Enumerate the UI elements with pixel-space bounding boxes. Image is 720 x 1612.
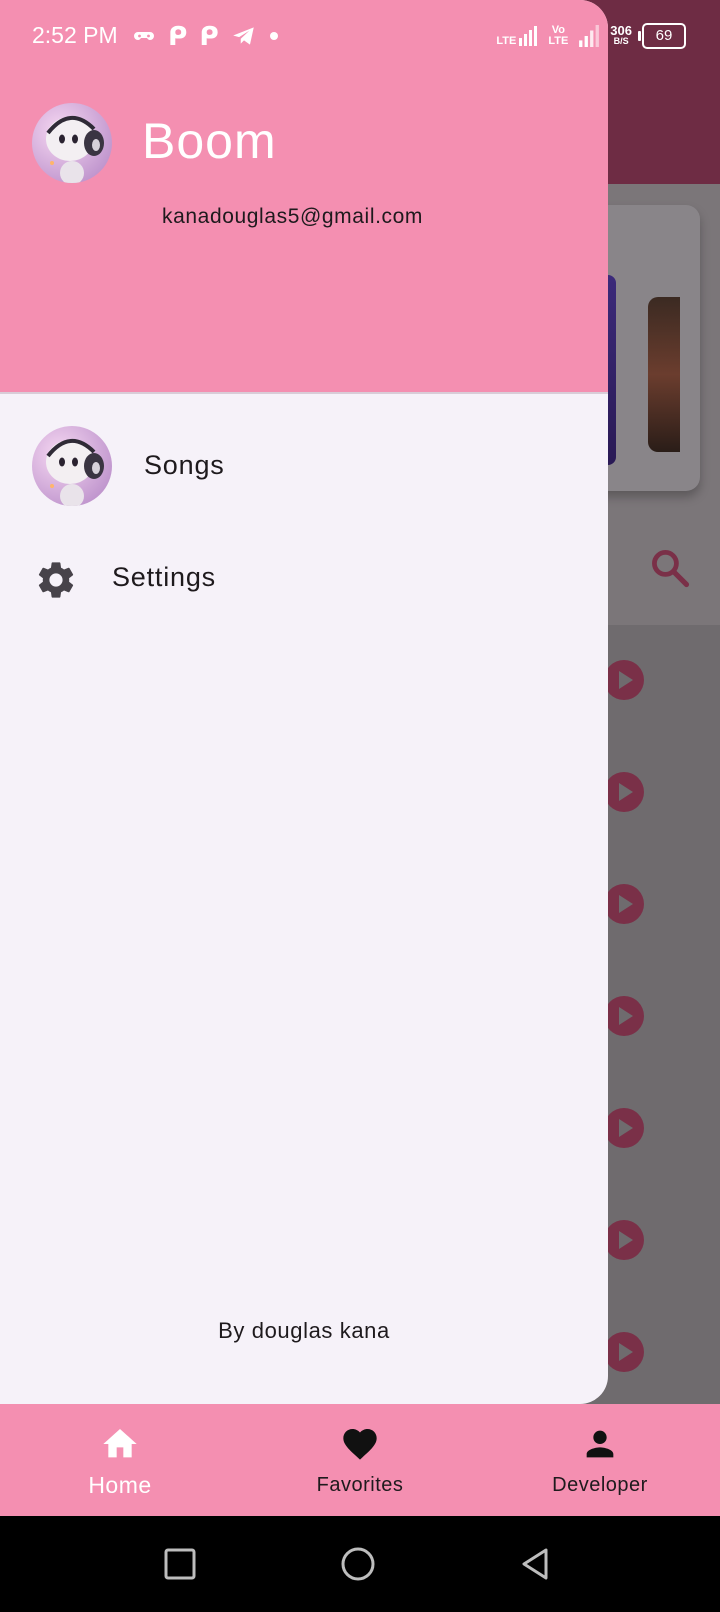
battery-icon: 69: [638, 23, 686, 49]
headphones-mascot-image: [32, 103, 112, 183]
cell-signal-icon: [579, 25, 600, 47]
person-icon: [586, 1430, 614, 1458]
nav-favorites[interactable]: Favorites: [300, 1404, 420, 1516]
heart-icon: [343, 1429, 377, 1460]
featured-thumbnail: [648, 297, 680, 452]
user-avatar[interactable]: [32, 103, 112, 183]
back-button[interactable]: [518, 1546, 554, 1582]
drawer-item-songs[interactable]: Songs: [0, 418, 608, 518]
status-bar: 2:52 PM ᑭ ᑭ LTE Vo LTE 306 B/S 69: [0, 0, 720, 72]
telegram-icon: [232, 27, 254, 45]
drawer-item-label: Songs: [144, 450, 225, 480]
search-icon: [652, 550, 690, 588]
songs-avatar: [32, 426, 112, 506]
dot-icon: [269, 32, 278, 40]
drawer-footer-credit: By douglas kana: [218, 1318, 390, 1343]
drawer-item-label: Settings: [112, 562, 216, 592]
recents-button[interactable]: [162, 1546, 198, 1582]
nav-label: Favorites: [316, 1474, 404, 1496]
play-icon: [604, 772, 644, 812]
system-navigation-bar: [0, 1516, 720, 1612]
drawer-item-settings[interactable]: Settings: [0, 528, 608, 628]
headphones-mascot-image: [32, 426, 112, 506]
user-email: kanadouglas5@gmail.com: [162, 205, 423, 228]
gear-icon: [38, 562, 74, 598]
play-icon: [604, 660, 644, 700]
nav-label: Home: [88, 1472, 152, 1498]
gamepad-icon: [134, 32, 154, 40]
status-time: 2:52 PM: [32, 22, 118, 48]
system-status-icons: LTE Vo LTE 306 B/S 69: [496, 20, 686, 52]
home-button[interactable]: [340, 1546, 376, 1582]
navigation-drawer: Boom kanadouglas5@gmail.com Songs Settin…: [0, 0, 608, 1404]
play-icon: [604, 1332, 644, 1372]
volte-icon: Vo LTE: [548, 24, 569, 47]
p-app-icon: ᑭ: [199, 21, 219, 51]
lte-signal-icon: LTE: [496, 25, 538, 47]
p-app-icon: ᑭ: [168, 21, 188, 51]
nav-label: Developer: [552, 1474, 648, 1496]
play-icon: [604, 1220, 644, 1260]
nav-home[interactable]: Home: [60, 1404, 180, 1516]
user-name: Boom: [142, 113, 277, 169]
home-icon: [103, 1429, 137, 1458]
play-icon: [604, 884, 644, 924]
notification-icons: ᑭ ᑭ: [132, 22, 279, 50]
nav-developer[interactable]: Developer: [540, 1404, 660, 1516]
play-icon: [604, 996, 644, 1036]
bottom-navigation: Home Favorites Developer: [0, 1404, 720, 1516]
play-icon: [604, 1108, 644, 1148]
network-speed: 306 B/S: [610, 23, 632, 46]
